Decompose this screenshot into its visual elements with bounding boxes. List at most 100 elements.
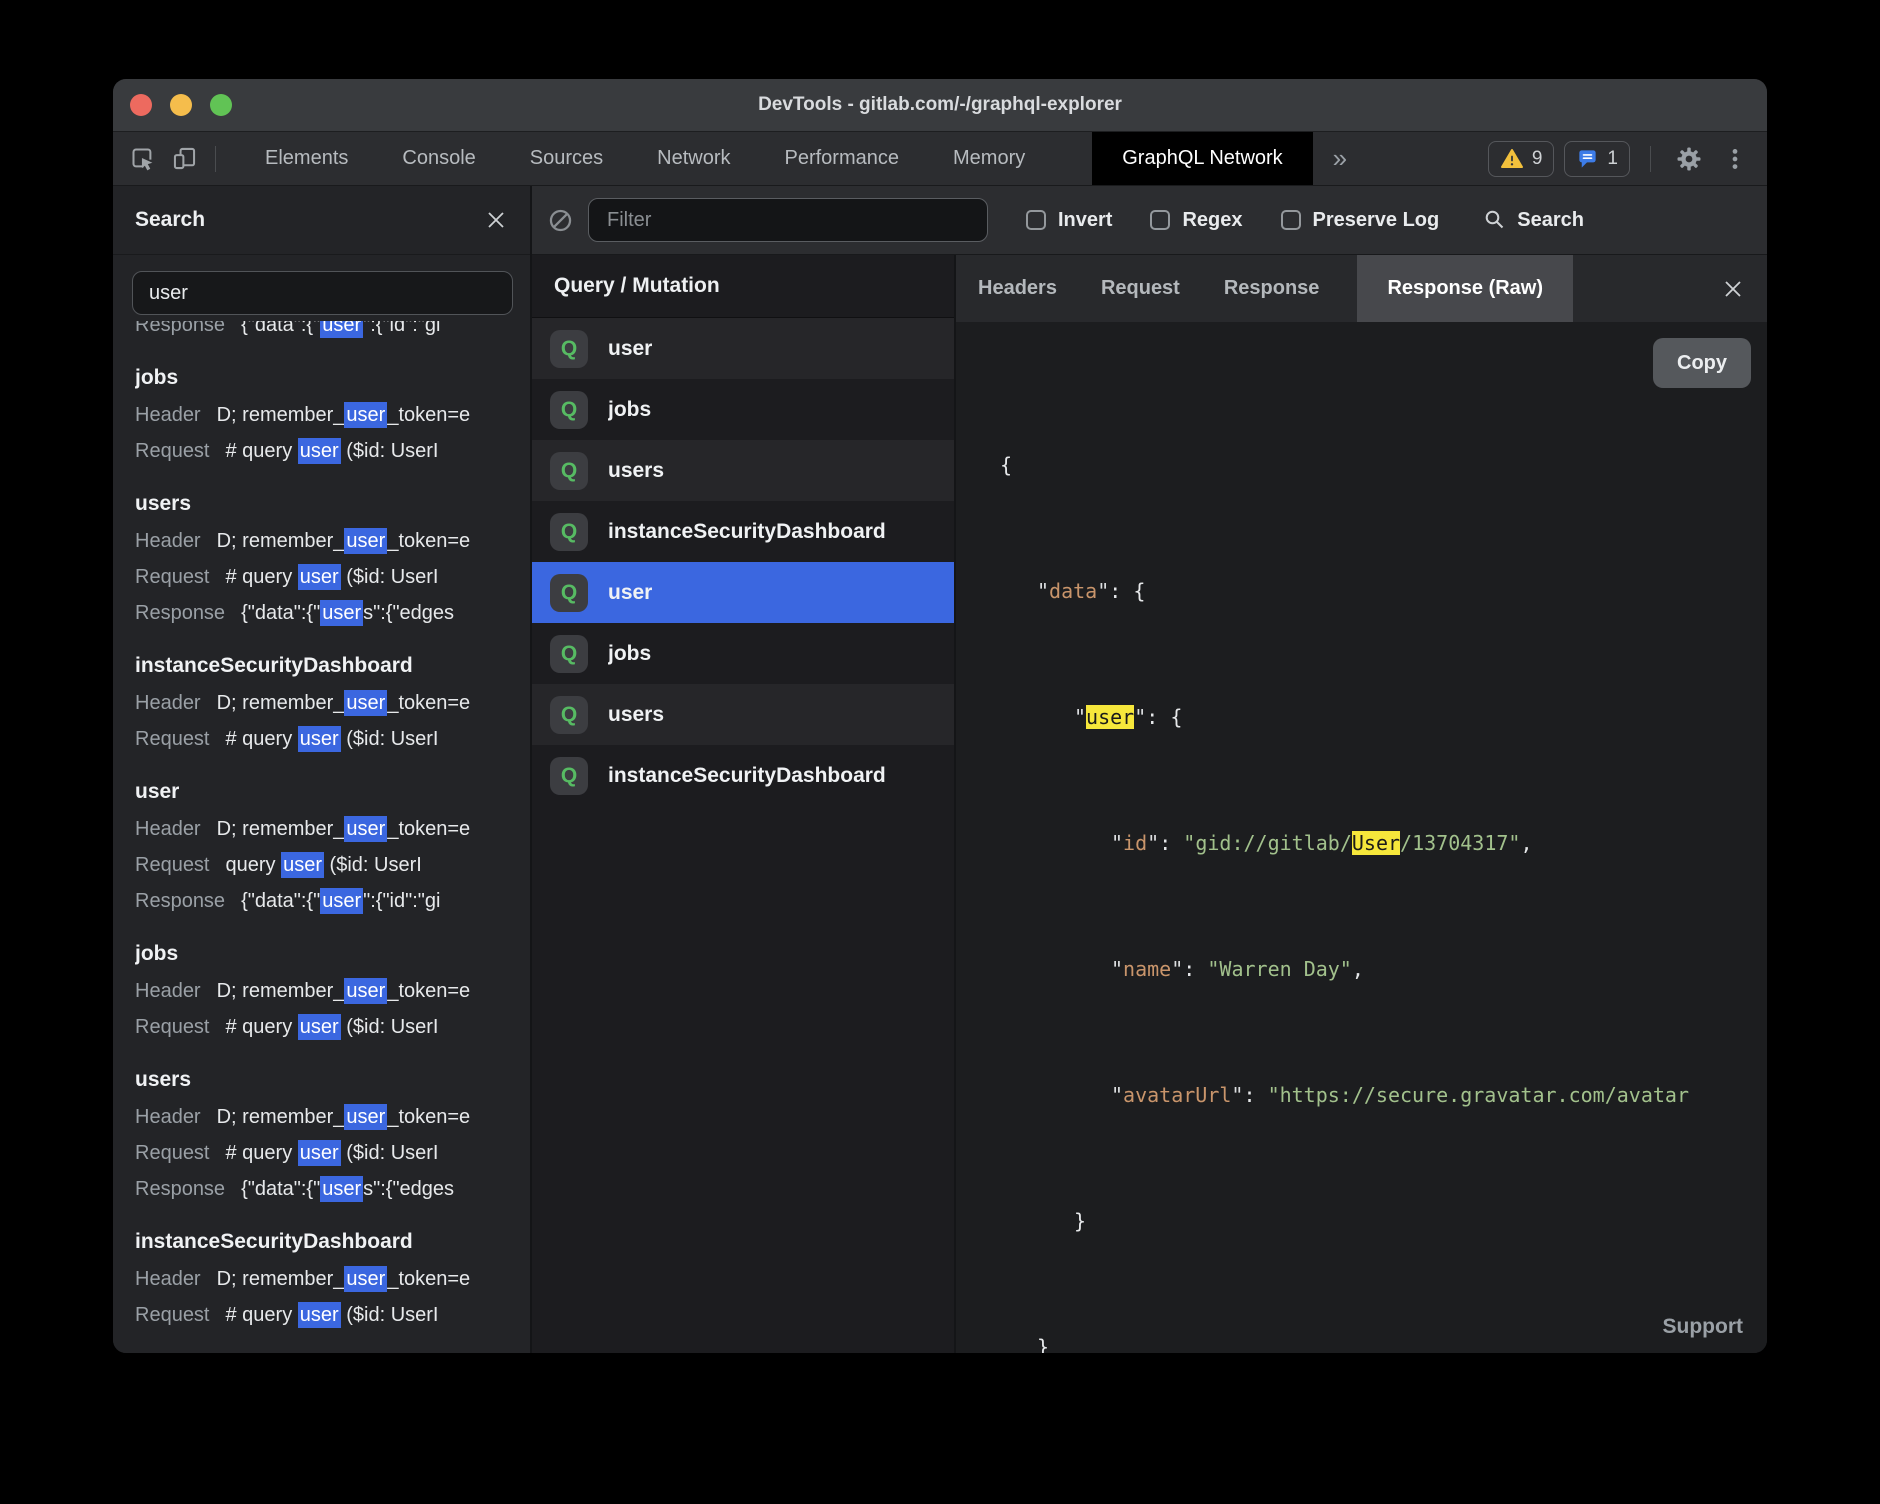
titlebar: DevTools - gitlab.com/-/graphql-explorer (113, 79, 1767, 132)
kebab-menu-icon (1722, 146, 1748, 172)
toolbar-separator (1650, 146, 1651, 172)
query-mutation-panel: Query / Mutation Q user Q jobs Q users (532, 255, 956, 1353)
response-panel: Headers Request Response Response (Raw) … (956, 255, 1767, 1353)
support-link[interactable]: Support (1663, 1315, 1743, 1339)
tab-headers[interactable]: Headers (956, 255, 1079, 322)
tab-console[interactable]: Console (375, 132, 502, 185)
window-title: DevTools - gitlab.com/-/graphql-explorer (758, 94, 1122, 116)
issues-badge[interactable]: 1 (1564, 141, 1630, 177)
more-options-button[interactable] (1717, 132, 1753, 186)
search-control[interactable]: Search (1483, 208, 1584, 232)
search-result-line[interactable]: HeaderD; remember_user_token=e (135, 685, 508, 721)
invert-checkbox[interactable] (1026, 210, 1046, 230)
issues-count: 1 (1607, 148, 1618, 170)
search-result-section: instanceSecurityDashboard HeaderD; remem… (135, 1227, 508, 1333)
inspect-cursor-icon (129, 145, 156, 172)
search-result-line[interactable]: HeaderD; remember_user_token=e (135, 811, 508, 847)
query-list-item-user-selected[interactable]: Q user (532, 562, 954, 623)
tab-elements[interactable]: Elements (238, 132, 375, 185)
tab-response[interactable]: Response (1202, 255, 1342, 322)
search-result-line[interactable]: HeaderD; remember_user_token=e (135, 1099, 508, 1135)
search-result-line[interactable]: HeaderD; remember_user_token=e (135, 973, 508, 1009)
tab-graphql-network[interactable]: GraphQL Network (1092, 132, 1312, 185)
regex-checkbox[interactable] (1150, 210, 1170, 230)
tab-sources[interactable]: Sources (503, 132, 630, 185)
query-list-item-jobs[interactable]: Q jobs (532, 623, 954, 684)
search-result-partial-row[interactable]: Response{"data":{"user":{"id":"gi (135, 321, 508, 343)
search-result-section: users HeaderD; remember_user_token=e Req… (135, 1065, 508, 1207)
copy-button[interactable]: Copy (1653, 338, 1751, 388)
block-icon (548, 208, 573, 233)
minimize-window-button[interactable] (170, 94, 192, 116)
filter-bar: Invert Regex Preserve Log Search (532, 186, 1767, 255)
search-result-operation[interactable]: jobs (135, 363, 508, 393)
clear-requests-button[interactable] (548, 208, 573, 233)
search-result-line[interactable]: Requestquery user ($id: UserI (135, 847, 508, 883)
preserve-log-checkbox-group[interactable]: Preserve Log (1281, 209, 1440, 232)
toggle-device-toolbar-button[interactable] (163, 132, 205, 186)
warnings-badge[interactable]: 9 (1488, 141, 1555, 177)
more-tabs-chevron[interactable]: » (1313, 143, 1367, 174)
query-list-item-instance-security-dashboard[interactable]: Q instanceSecurityDashboard (532, 501, 954, 562)
search-result-line[interactable]: Response{"data":{"users":{"edges (135, 595, 508, 631)
raw-json-viewer: { "data": { "user": { "id": "gid://gitla… (1000, 360, 1767, 1353)
close-search-icon[interactable] (484, 208, 508, 232)
query-type-badge: Q (550, 513, 588, 551)
search-control-label: Search (1517, 209, 1584, 232)
tab-memory[interactable]: Memory (926, 132, 1052, 185)
search-result-line[interactable]: Request# query user ($id: UserI (135, 721, 508, 757)
search-result-line[interactable]: Request# query user ($id: UserI (135, 559, 508, 595)
search-result-operation[interactable]: users (135, 489, 508, 519)
tab-request[interactable]: Request (1079, 255, 1202, 322)
search-result-line[interactable]: HeaderD; remember_user_token=e (135, 397, 508, 433)
query-list-item-jobs[interactable]: Q jobs (532, 379, 954, 440)
regex-checkbox-group[interactable]: Regex (1150, 209, 1242, 232)
response-tabs: Headers Request Response Response (Raw) (956, 255, 1767, 322)
search-result-section: instanceSecurityDashboard HeaderD; remem… (135, 651, 508, 757)
search-result-line[interactable]: HeaderD; remember_user_token=e (135, 1261, 508, 1297)
search-icon (1483, 208, 1507, 232)
query-type-badge: Q (550, 635, 588, 673)
filter-input[interactable] (588, 198, 988, 242)
search-result-operation[interactable]: instanceSecurityDashboard (135, 651, 508, 681)
toolbar-separator (215, 146, 216, 172)
tab-performance[interactable]: Performance (758, 132, 927, 185)
close-detail-button[interactable] (1721, 277, 1745, 301)
query-type-badge: Q (550, 391, 588, 429)
tab-response-raw[interactable]: Response (Raw) (1357, 255, 1573, 322)
highlighted-match: user (1086, 705, 1134, 729)
inspect-element-button[interactable] (121, 132, 163, 186)
zoom-window-button[interactable] (210, 94, 232, 116)
search-result-line[interactable]: Response{"data":{"user":{"id":"gi (135, 883, 508, 919)
query-list-item-users[interactable]: Q users (532, 440, 954, 501)
query-list-item-user[interactable]: Q user (532, 318, 954, 379)
search-result-operation[interactable]: user (135, 777, 508, 807)
invert-checkbox-group[interactable]: Invert (1026, 209, 1112, 232)
query-type-badge: Q (550, 757, 588, 795)
query-list: Q user Q jobs Q users Q (532, 318, 954, 1353)
search-result-line[interactable]: Request# query user ($id: UserI (135, 1009, 508, 1045)
content-row: Query / Mutation Q user Q jobs Q users (532, 255, 1767, 1353)
close-icon (1721, 277, 1745, 301)
search-input[interactable] (132, 271, 513, 315)
query-list-item-instance-security-dashboard[interactable]: Q instanceSecurityDashboard (532, 745, 954, 806)
preserve-log-checkbox[interactable] (1281, 210, 1301, 230)
search-result-line[interactable]: Request# query user ($id: UserI (135, 433, 508, 469)
search-result-operation[interactable]: instanceSecurityDashboard (135, 1227, 508, 1257)
search-result-section: jobs HeaderD; remember_user_token=e Requ… (135, 939, 508, 1045)
message-bubble-icon (1576, 147, 1599, 170)
search-result-line[interactable]: Request# query user ($id: UserI (135, 1297, 508, 1333)
device-toolbar-icon (171, 145, 198, 172)
query-type-badge: Q (550, 574, 588, 612)
query-list-item-users[interactable]: Q users (532, 684, 954, 745)
search-result-section: jobs HeaderD; remember_user_token=e Requ… (135, 363, 508, 469)
search-result-line[interactable]: Response{"data":{"users":{"edges (135, 1171, 508, 1207)
search-result-operation[interactable]: users (135, 1065, 508, 1095)
search-result-line[interactable]: Request# query user ($id: UserI (135, 1135, 508, 1171)
close-window-button[interactable] (130, 94, 152, 116)
tab-network[interactable]: Network (630, 132, 757, 185)
search-result-line[interactable]: HeaderD; remember_user_token=e (135, 523, 508, 559)
settings-button[interactable] (1671, 132, 1707, 186)
search-panel-header: Search (113, 186, 530, 255)
search-result-operation[interactable]: jobs (135, 939, 508, 969)
